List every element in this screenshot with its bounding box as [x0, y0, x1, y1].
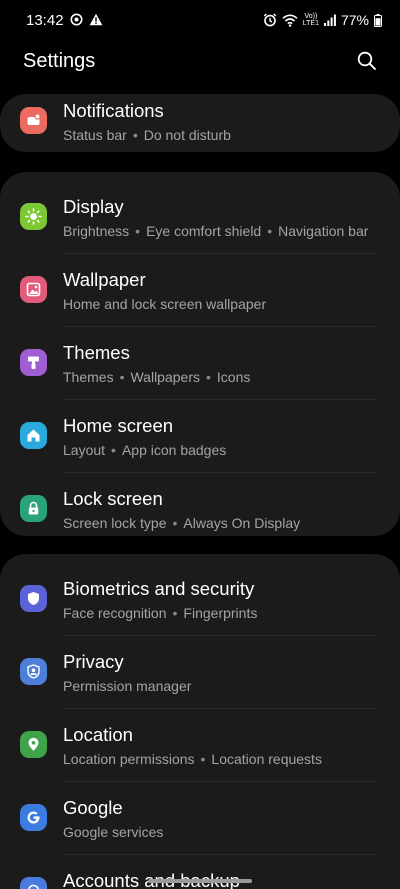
wifi-icon — [282, 14, 298, 27]
item-title: Google — [63, 797, 123, 818]
item-subtitle: Screen lock type • Always On Display — [63, 515, 301, 531]
settings-item-themes[interactable]: Themes Themes • Wallpapers • Icons — [0, 327, 400, 400]
item-subtitle: Status bar • Do not disturb — [63, 127, 231, 143]
settings-group-3: Biometrics and security Face recognition… — [0, 554, 400, 889]
biometrics-icon — [20, 585, 47, 612]
item-title: Privacy — [63, 651, 124, 672]
settings-group-2: Display Brightness • Eye comfort shield • Na… — [0, 172, 400, 536]
search-icon — [357, 51, 376, 70]
alarm-icon — [263, 13, 277, 27]
themes-icon — [20, 349, 47, 376]
display-icon — [20, 203, 47, 230]
volte-indicator: Vo)) LTE1 — [302, 13, 319, 27]
settings-item-notifications[interactable]: Notifications Status bar • Do not disturb — [0, 94, 400, 152]
item-title: Themes — [63, 342, 130, 363]
settings-item-display[interactable]: Display Brightness • Eye comfort shield • Na… — [0, 181, 400, 254]
item-subtitle: Location permissions • Location requests — [63, 751, 322, 767]
location-icon — [20, 731, 47, 758]
item-subtitle: Themes • Wallpapers • Icons — [63, 369, 251, 385]
header: Settings — [0, 44, 400, 92]
notification-app-icon — [70, 13, 83, 26]
settings-item-privacy[interactable]: Privacy Permission manager — [0, 636, 400, 709]
settings-screen: 13:42 Vo)) LTE1 77% Settings Notificatio… — [0, 0, 400, 889]
settings-item-location[interactable]: Location Location permissions • Location r… — [0, 709, 400, 782]
settings-item-google[interactable]: Google Google services — [0, 782, 400, 855]
item-title: Home screen — [63, 415, 174, 436]
status-right-icons: Vo)) LTE1 77% — [263, 12, 382, 28]
item-title: Display — [63, 196, 124, 217]
status-bar: 13:42 Vo)) LTE1 77% — [0, 0, 400, 44]
warning-icon — [89, 13, 103, 26]
battery-icon — [374, 13, 382, 27]
settings-item-accounts-and-backup[interactable]: Accounts and backup — [0, 855, 400, 889]
signal-icon — [323, 14, 336, 26]
battery-percent: 77% — [340, 12, 369, 28]
wallpaper-icon — [20, 276, 47, 303]
search-button[interactable] — [356, 50, 378, 72]
notifications-icon — [20, 107, 47, 134]
item-title: Wallpaper — [63, 269, 146, 290]
item-title: Location — [63, 724, 133, 745]
item-subtitle: Face recognition • Fingerprints — [63, 605, 258, 621]
item-subtitle: Permission manager — [63, 678, 192, 694]
item-subtitle: Brightness • Eye comfort shield • Navigation… — [63, 223, 369, 239]
item-title: Notifications — [63, 100, 164, 121]
item-subtitle: Layout • App icon badges — [63, 442, 227, 458]
lock-screen-icon — [20, 495, 47, 522]
home-screen-icon — [20, 422, 47, 449]
accounts-icon — [20, 877, 47, 889]
google-icon — [20, 804, 47, 831]
status-time: 13:42 — [26, 12, 64, 29]
item-subtitle: Google services — [63, 824, 164, 840]
page-title: Settings — [23, 50, 96, 72]
item-title: Biometrics and security — [63, 578, 255, 599]
home-indicator[interactable] — [148, 879, 252, 883]
item-title: Lock screen — [63, 488, 163, 509]
privacy-icon — [20, 658, 47, 685]
item-subtitle: Home and lock screen wallpaper — [63, 296, 267, 312]
settings-item-wallpaper[interactable]: Wallpaper Home and lock screen wallpaper — [0, 254, 400, 327]
settings-item-lock-screen[interactable]: Lock screen Screen lock type • Always On D… — [0, 473, 400, 546]
status-left-icons — [70, 13, 103, 26]
settings-group-1: Notifications Status bar • Do not disturb — [0, 94, 400, 152]
settings-item-biometrics-and-security[interactable]: Biometrics and security Face recognition… — [0, 563, 400, 636]
settings-item-home-screen[interactable]: Home screen Layout • App icon badges — [0, 400, 400, 473]
